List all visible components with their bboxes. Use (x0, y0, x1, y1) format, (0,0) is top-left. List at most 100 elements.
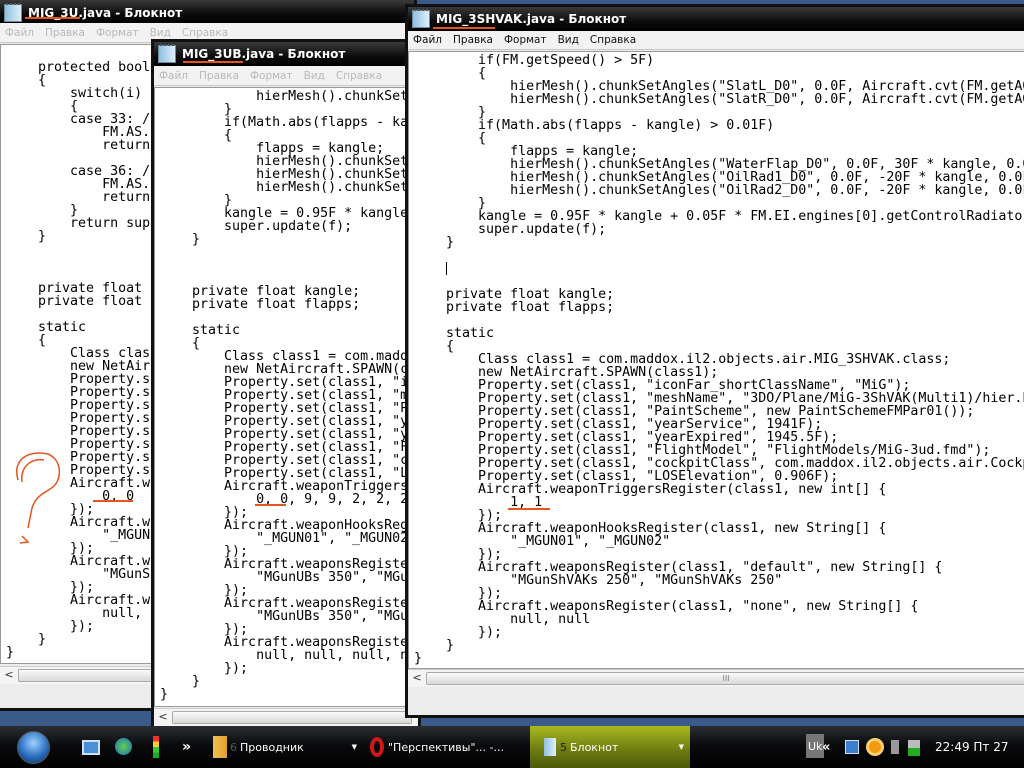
code-line: "MGunShVAKs 250", "MGunShVAKs 250" (414, 573, 783, 588)
taskbar-explorer-button[interactable]: 6 Проводник ▼ (213, 726, 361, 768)
notepad-label: Блокнот (570, 740, 619, 754)
code: protected boole { switch(i) { case 33: /… (6, 61, 158, 659)
window-title: MIG_3SHVAK.java - Блокнот (436, 12, 627, 26)
window-title: MIG_3UB.java - Блокнот (182, 47, 346, 61)
code-line: } (414, 638, 455, 653)
menu-view[interactable]: Вид (150, 27, 171, 39)
annotation-underline-title-2 (183, 61, 243, 63)
code-line: super.update(f); (414, 222, 607, 237)
menu-file[interactable]: Файл (5, 27, 34, 39)
menu-edit[interactable]: Правка (45, 27, 85, 39)
text-area[interactable]: if(FM.getSpeed() > 5F) { hierMesh().chun… (408, 51, 1024, 669)
code: if(FM.getSpeed() > 5F) { hierMesh().chun… (414, 54, 1024, 665)
quick-launch-overflow[interactable]: » (182, 726, 191, 768)
annotation-underline-values-3 (508, 508, 550, 510)
menu-help[interactable]: Справка (182, 27, 228, 39)
menu-file[interactable]: Файл (159, 70, 188, 82)
menu-edit[interactable]: Правка (199, 70, 239, 82)
taskbar-notepad-button[interactable]: 5 Блокнот ▼ (530, 726, 690, 768)
code-line: } (414, 651, 423, 666)
explorer-label: Проводник (240, 740, 304, 754)
opera-label: "Перспективы"... -... (388, 740, 504, 754)
code-line: if(Math.abs(flapps - kangle) > 0.01F) (414, 118, 775, 133)
code: hierMesh().chunkSet } if(Math.abs(flapps… (160, 90, 408, 701)
dropdown-arrow-icon[interactable]: ▼ (352, 743, 357, 751)
code-line: } (6, 632, 47, 647)
menu-help[interactable]: Справка (336, 70, 382, 82)
code-line: static (414, 326, 495, 341)
code-line: }); (414, 625, 503, 640)
menu-bar: Файл Правка Формат Вид Справка (154, 66, 418, 86)
folder-icon (213, 736, 227, 758)
traffic-light-icon[interactable] (153, 736, 159, 758)
annotation-underline-values-2 (255, 504, 286, 506)
menu-file[interactable]: Файл (413, 34, 442, 46)
code-line: } (6, 645, 15, 660)
code-line: } (160, 674, 201, 689)
code-line: hierMesh().chunkSetAngles("SlatR_D0", 0.… (414, 92, 1024, 107)
taskbar-opera-button[interactable]: "Перспективы"... -... (370, 726, 520, 768)
code-line: 1, 1 (414, 495, 543, 510)
notepad-window-mig-3ub[interactable]: MIG_3UB.java - Блокнот Файл Правка Формат В… (151, 39, 421, 739)
menu-view[interactable]: Вид (304, 70, 325, 82)
notepad-count: 5 (560, 740, 567, 754)
code-line: "_MGUN01", "_MGUN02" (414, 534, 671, 549)
notepad-icon (4, 3, 22, 22)
explorer-count: 6 (230, 740, 237, 754)
menu-format[interactable]: Формат (96, 27, 139, 39)
code-line: } (414, 235, 455, 250)
notepad-icon (544, 738, 556, 756)
title-bar[interactable]: MIG_3U.java - Блокнот (0, 0, 414, 23)
menu-help[interactable]: Справка (590, 34, 636, 46)
menu-edit[interactable]: Правка (453, 34, 493, 46)
horizontal-scrollbar[interactable]: < III (408, 669, 1024, 687)
code-line: if(FM.getSpeed() > 5F) (414, 53, 655, 68)
tray-expand-button[interactable]: « (822, 726, 830, 768)
opera-icon (370, 737, 384, 757)
internet-globe-icon[interactable] (115, 738, 132, 755)
update-icon[interactable] (866, 738, 884, 756)
show-desktop-icon[interactable] (82, 740, 100, 755)
annotation-underline-title-3 (433, 27, 495, 29)
menu-bar: Файл Правка Формат Вид Справка (408, 31, 1024, 50)
menu-format[interactable]: Формат (250, 70, 293, 82)
volume-icon[interactable] (891, 740, 899, 754)
notepad-icon (412, 9, 430, 28)
menu-view[interactable]: Вид (558, 34, 579, 46)
annotation-underline-values-1 (93, 500, 133, 502)
code-line: private float flapps; (414, 300, 615, 315)
notepad-icon (158, 44, 176, 63)
network-icon[interactable] (845, 740, 859, 754)
code-line: } (160, 232, 201, 247)
start-button[interactable] (17, 731, 50, 764)
code-line: private float flapps; (160, 297, 361, 312)
code-line: } (6, 229, 47, 244)
code-line: private float f (6, 294, 159, 309)
question-mark-annotation (16, 452, 60, 544)
scroll-left-icon[interactable]: < (410, 671, 424, 686)
text-caret (446, 262, 447, 275)
taskbar: » 6 Проводник ▼ "Перспективы"... -... 5 … (0, 726, 1024, 768)
annotation-underline-title-1 (25, 17, 80, 19)
code-line: hierMesh().chunkSetAngles("OilRad2_D0", … (414, 183, 1024, 198)
scroll-thumb[interactable]: III (426, 672, 1024, 685)
menu-format[interactable]: Формат (504, 34, 547, 46)
scroll-thumb[interactable] (172, 711, 412, 724)
notepad-window-mig-3shvak[interactable]: MIG_3SHVAK.java - Блокнот Файл Правка Форм… (405, 4, 1024, 718)
horizontal-scrollbar[interactable]: < (154, 708, 418, 726)
title-bar[interactable]: MIG_3SHVAK.java - Блокнот (408, 7, 1024, 31)
dropdown-arrow-icon[interactable]: ▼ (679, 743, 684, 751)
safely-remove-icon[interactable] (908, 740, 920, 756)
scroll-left-icon[interactable]: < (2, 668, 16, 683)
clock[interactable]: 22:49 Пт 27 (935, 726, 1009, 768)
scroll-left-icon[interactable]: < (156, 710, 170, 725)
code-line: } (160, 687, 169, 702)
text-area[interactable]: hierMesh().chunkSet } if(Math.abs(flapps… (154, 87, 418, 707)
